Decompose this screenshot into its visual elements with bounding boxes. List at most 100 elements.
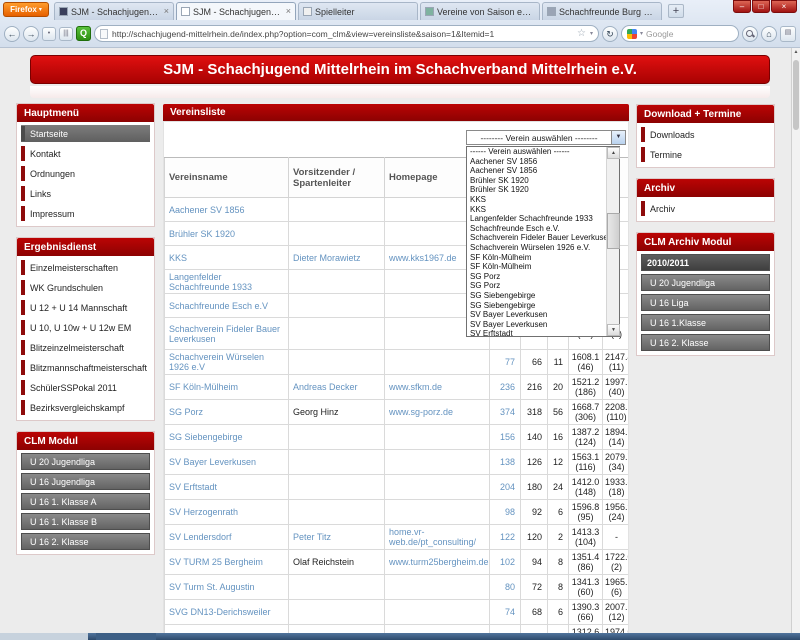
back-button[interactable]: ← (4, 26, 20, 42)
league-button[interactable]: U 16 2. Klasse (21, 533, 150, 550)
verein-link[interactable]: SVG DN13-Derichsweiler (169, 607, 271, 617)
verein-link[interactable]: Langenfelder Schachfreunde 1933 (169, 272, 252, 292)
archiv-league-button[interactable]: U 20 Jugendliga (641, 274, 770, 291)
menu-item[interactable]: Termine (641, 146, 770, 163)
dropdown-option[interactable]: SG Siebengebirge (467, 291, 606, 301)
firefox-menu-button[interactable]: Firefox ▾ (3, 2, 49, 17)
verein-link[interactable]: SV Turm St. Augustin (169, 582, 255, 592)
verein-link[interactable]: SV Herzogenrath (169, 507, 238, 517)
menu-item[interactable]: SchülerSSPokal 2011 (21, 379, 150, 396)
dropdown-option[interactable]: SV Erftstadt (467, 329, 606, 336)
dropdown-option[interactable]: Brühler SK 1920 (467, 185, 606, 195)
archiv-league-button[interactable]: U 16 2. Klasse (641, 334, 770, 351)
verein-link[interactable]: SV TURM 25 Bergheim (169, 557, 263, 567)
verein-link[interactable]: Schachverein Fideler Bauer Leverkusen (169, 324, 280, 344)
archiv-league-button[interactable]: U 16 Liga (641, 294, 770, 311)
league-button[interactable]: U 16 1. Klasse A (21, 493, 150, 510)
verein-link[interactable]: SG Siebengebirge (169, 432, 243, 442)
menu-item[interactable]: Bezirksvergleichskampf (21, 399, 150, 416)
page-scrollbar[interactable]: ▲ (791, 48, 800, 640)
verein-link[interactable]: SF Köln-Mülheim (169, 382, 238, 392)
forward-button[interactable]: → (23, 26, 39, 42)
archiv-league-button[interactable]: U 16 1.Klasse (641, 314, 770, 331)
restore-button[interactable]: □ (752, 0, 770, 13)
search-go-button[interactable] (742, 26, 758, 42)
dropdown-option[interactable]: Schachverein Fideler Bauer Leverkusen (467, 233, 606, 243)
home-button[interactable]: ⌂ (761, 26, 777, 42)
mitglieder-count-link[interactable]: 74 (505, 607, 515, 617)
close-button[interactable]: × (771, 0, 797, 13)
browser-tab[interactable]: Spielleiter (298, 2, 418, 20)
homepage-link[interactable]: www.sg-porz.de (389, 407, 453, 417)
menu-item[interactable]: Ordnungen (21, 165, 150, 182)
verein-select[interactable]: -------- Verein auswählen -------- ▼ (466, 130, 626, 145)
league-button[interactable]: U 16 1. Klasse B (21, 513, 150, 530)
homepage-link[interactable]: www.kks1967.de (389, 253, 457, 263)
dropdown-option[interactable]: KKS (467, 195, 606, 205)
dropdown-option[interactable]: SG Siebengebirge (467, 301, 606, 311)
new-tab-button[interactable]: + (668, 4, 684, 18)
mitglieder-count-link[interactable]: 98 (505, 507, 515, 517)
mitglieder-count-link[interactable]: 80 (505, 582, 515, 592)
homepage-link[interactable]: www.sfkm.de (389, 382, 442, 392)
verein-link[interactable]: Schachfreunde Esch e.V (169, 301, 268, 311)
dropdown-option[interactable]: Aachener SV 1856 (467, 166, 606, 176)
tab-close-icon[interactable]: × (286, 7, 291, 16)
mitglieder-count-link[interactable]: 138 (500, 457, 515, 467)
verein-link[interactable]: SG Porz (169, 407, 203, 417)
bookmarks-menu-button[interactable]: ▤ (780, 26, 796, 42)
scrollbar-thumb[interactable] (607, 213, 620, 249)
tab-close-icon[interactable]: × (164, 7, 169, 16)
select-dropdown-icon[interactable]: ▼ (611, 131, 625, 144)
mitglieder-count-link[interactable]: 204 (500, 482, 515, 492)
addon-button-2[interactable]: ||| (59, 27, 73, 41)
menu-item[interactable]: Kontakt (21, 145, 150, 162)
dropdown-option[interactable]: SG Porz (467, 281, 606, 291)
dropdown-option[interactable]: Schachfreunde Esch e.V. (467, 224, 606, 234)
dropdown-option[interactable]: SG Porz (467, 272, 606, 282)
dropdown-option[interactable]: SF Köln-Mülheim (467, 262, 606, 272)
menu-item[interactable]: Blitzeinzelmeisterschaft (21, 339, 150, 356)
menu-item[interactable]: Startseite (21, 125, 150, 142)
menu-item[interactable]: Links (21, 185, 150, 202)
mitglieder-count-link[interactable]: 122 (500, 532, 515, 542)
dropdown-option[interactable]: Schachverein Würselen 1926 e.V. (467, 243, 606, 253)
scroll-down-icon[interactable]: ▼ (607, 324, 620, 336)
url-bar[interactable]: http://schachjugend-mittelrhein.de/index… (94, 25, 599, 42)
verein-link[interactable]: SV Bayer Leverkusen (169, 457, 256, 467)
dropdown-option[interactable]: SF Köln-Mülheim (467, 253, 606, 263)
addon-q-button[interactable]: Q (76, 26, 91, 41)
league-button[interactable]: U 20 Jugendliga (21, 453, 150, 470)
dropdown-option[interactable]: Brühler SK 1920 (467, 176, 606, 186)
dropdown-scrollbar[interactable]: ▲ ▼ (606, 147, 619, 336)
verein-link[interactable]: KKS (169, 253, 187, 263)
bookmark-star-icon[interactable]: ☆ (577, 29, 586, 39)
verein-link[interactable]: Schachverein Würselen 1926 e.V (169, 352, 264, 372)
scroll-up-icon[interactable]: ▲ (792, 49, 800, 55)
dropdown-option[interactable]: SV Bayer Leverkusen (467, 320, 606, 330)
menu-item[interactable]: Blitzmannschaftmeisterschaft (21, 359, 150, 376)
menu-item[interactable]: Einzelmeisterschaften (21, 259, 150, 276)
menu-item[interactable]: WK Grundschulen (21, 279, 150, 296)
search-input[interactable]: Google (646, 29, 733, 39)
reload-button[interactable]: ↻ (602, 26, 618, 42)
browser-tab[interactable]: SJM - Schachjugend Mittelr... × (54, 2, 174, 20)
browser-tab[interactable]: Vereine von Saison entkopp... (420, 2, 540, 20)
mitglieder-count-link[interactable]: 374 (500, 407, 515, 417)
mitglieder-count-link[interactable]: 236 (500, 382, 515, 392)
minimize-button[interactable]: – (733, 0, 751, 13)
scroll-up-icon[interactable]: ▲ (607, 147, 620, 159)
verein-link[interactable]: Aachener SV 1856 (169, 205, 245, 215)
mitglieder-count-link[interactable]: 102 (500, 557, 515, 567)
archiv-league-button[interactable]: 2010/2011 (641, 254, 770, 271)
url-text[interactable]: http://schachjugend-mittelrhein.de/index… (112, 29, 573, 39)
scrollbar-thumb[interactable] (793, 60, 799, 130)
menu-item[interactable]: Downloads (641, 126, 770, 143)
browser-tab[interactable]: SJM - Schachjugend Mittelr... × (176, 2, 296, 20)
menu-item[interactable]: Archiv (641, 200, 770, 217)
mitglieder-count-link[interactable]: 156 (500, 432, 515, 442)
bookmark-caret-icon[interactable]: ▾ (590, 30, 593, 37)
dropdown-option[interactable]: ------ Verein auswählen ------ (467, 147, 606, 157)
verein-link[interactable]: SV Lendersdorf (169, 532, 232, 542)
dropdown-option[interactable]: SV Bayer Leverkusen (467, 310, 606, 320)
